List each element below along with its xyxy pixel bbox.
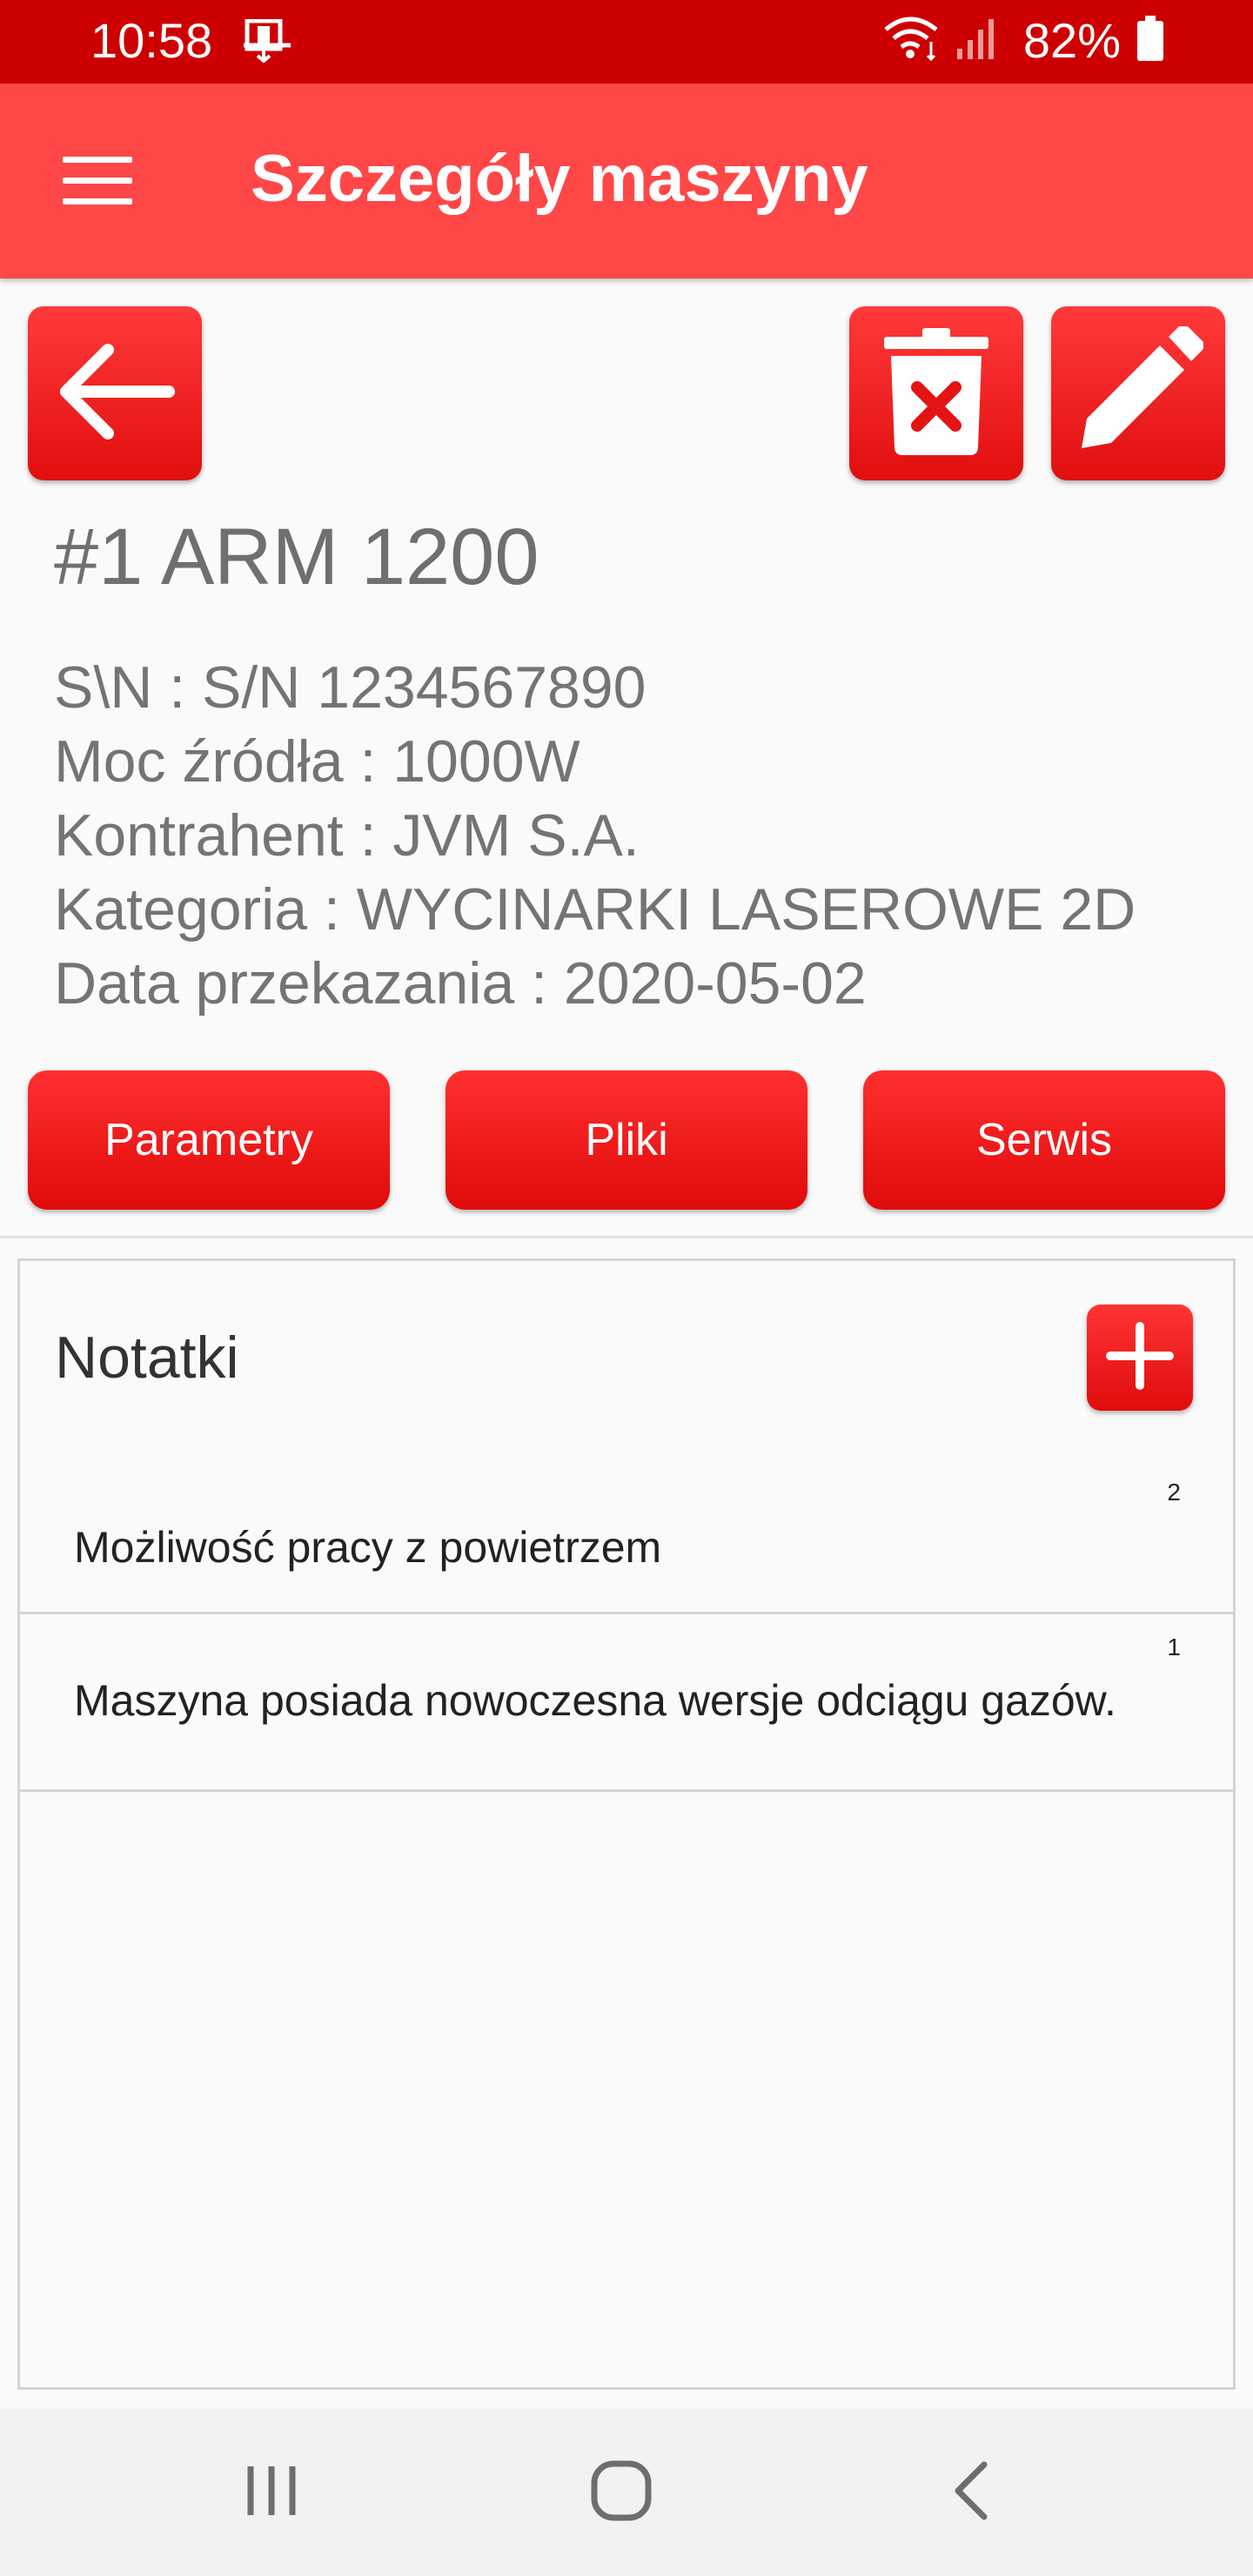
note-item[interactable]: 2 Możliwość pracy z powietrzem bbox=[20, 1454, 1233, 1614]
back-nav-button[interactable] bbox=[867, 2409, 1075, 2576]
note-text: Maszyna posiada nowoczesna wersje odciąg… bbox=[74, 1676, 1116, 1725]
delete-button[interactable] bbox=[849, 306, 1023, 480]
parameters-button[interactable]: Parametry bbox=[28, 1070, 390, 1210]
status-time: 10:58 bbox=[90, 13, 213, 68]
signal-icon bbox=[955, 16, 997, 65]
notes-card: Notatki 2 Możliwość pracy z powietrzem 1… bbox=[17, 1258, 1236, 2390]
note-text: Możliwość pracy z powietrzem bbox=[74, 1523, 662, 1572]
divider bbox=[0, 1236, 1253, 1238]
note-item[interactable]: 1 Maszyna posiada nowoczesna wersje odci… bbox=[20, 1614, 1233, 1792]
source-power: Moc źródła : 1000W bbox=[54, 728, 580, 795]
machine-info: S\N : S/N 1234567890 Moc źródła : 1000W … bbox=[54, 651, 1136, 1021]
back-button[interactable] bbox=[28, 306, 202, 480]
trash-x-icon bbox=[884, 326, 988, 461]
chevron-left-icon bbox=[949, 2460, 993, 2526]
plus-icon bbox=[1105, 1321, 1175, 1395]
wifi-icon bbox=[882, 14, 943, 67]
note-number: 1 bbox=[1167, 1633, 1181, 1660]
files-button[interactable]: Pliki bbox=[446, 1070, 807, 1210]
handover-date: Data przekazania : 2020-05-02 bbox=[54, 950, 867, 1016]
contractor: Kontrahent : JVM S.A. bbox=[54, 802, 640, 869]
status-bar: 10:58 82% bbox=[0, 0, 1253, 84]
download-notification-icon bbox=[242, 18, 292, 67]
machine-title: #1 ARM 1200 bbox=[54, 513, 539, 601]
app-bar: Szczegóły maszyny bbox=[0, 84, 1253, 278]
category: Kategoria : WYCINARKI LASEROWE 2D bbox=[54, 876, 1136, 943]
recent-apps-icon bbox=[244, 2463, 299, 2523]
page-title: Szczegóły maszyny bbox=[251, 142, 868, 216]
status-indicators: 82% bbox=[882, 12, 1164, 69]
recent-apps-button[interactable] bbox=[167, 2409, 376, 2576]
home-icon bbox=[590, 2459, 653, 2526]
battery-icon bbox=[1136, 16, 1164, 65]
home-button[interactable] bbox=[517, 2409, 726, 2576]
navigation-bar bbox=[0, 2409, 1253, 2576]
hamburger-menu-icon[interactable] bbox=[63, 157, 132, 205]
edit-button[interactable] bbox=[1051, 306, 1225, 480]
add-note-button[interactable] bbox=[1087, 1305, 1193, 1411]
pencil-icon bbox=[1073, 324, 1204, 461]
serial-number: S\N : S/N 1234567890 bbox=[54, 654, 647, 721]
arrow-left-icon bbox=[54, 339, 176, 448]
battery-percent: 82% bbox=[1022, 13, 1121, 68]
notes-title: Notatki bbox=[55, 1325, 239, 1391]
service-button[interactable]: Serwis bbox=[863, 1070, 1225, 1210]
note-number: 2 bbox=[1167, 1479, 1181, 1506]
